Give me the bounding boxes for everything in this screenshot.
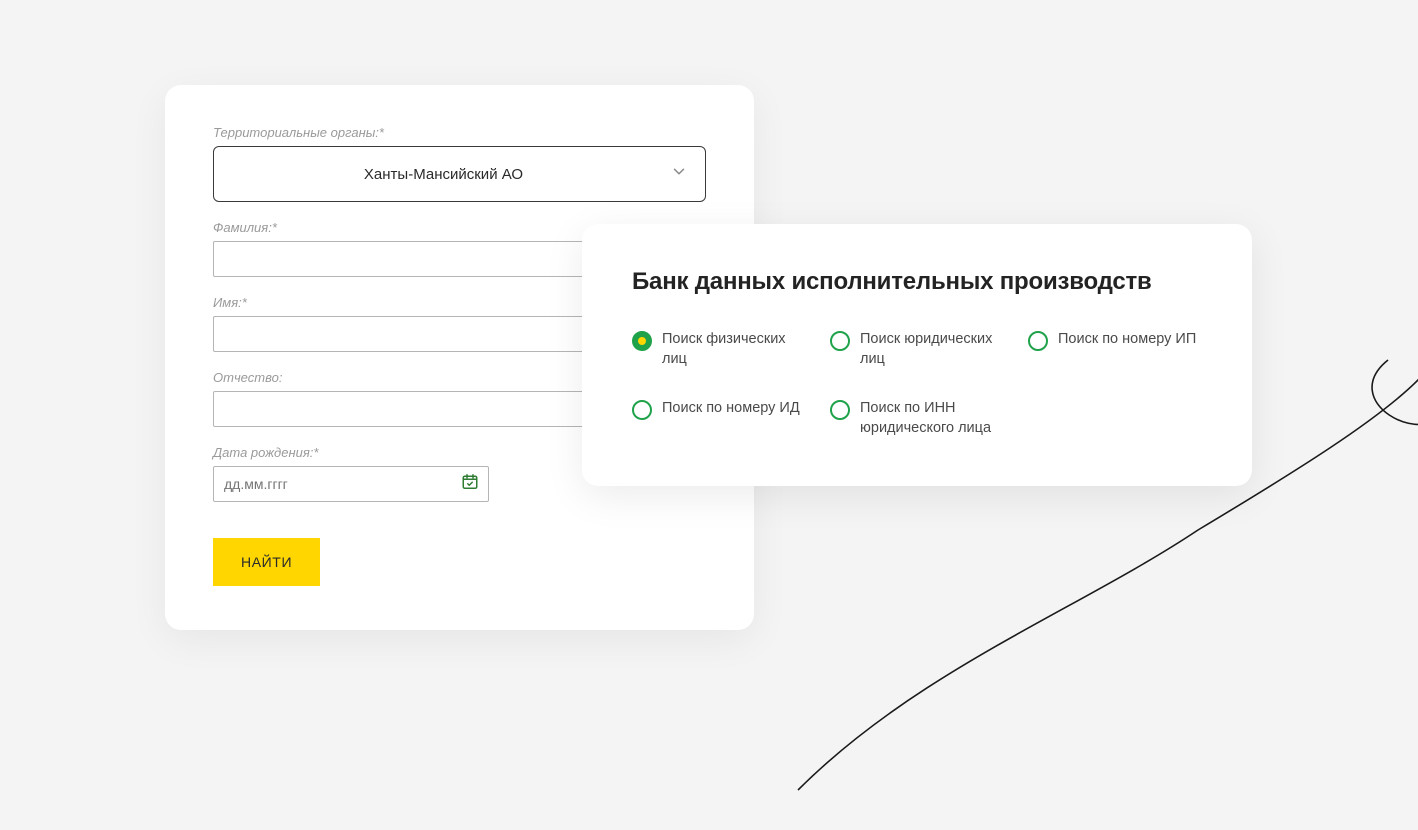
radio-label: Поиск по номеру ИД	[662, 399, 800, 419]
search-options-card: Банк данных исполнительных производств П…	[582, 224, 1252, 486]
region-field: Территориальные органы:* Ханты-Мансийски…	[213, 125, 706, 202]
radio-label: Поиск по номеру ИП	[1058, 330, 1196, 350]
radio-icon	[632, 331, 652, 351]
radio-icon	[830, 331, 850, 351]
radio-icon	[632, 400, 652, 420]
birth-input[interactable]	[213, 466, 489, 502]
region-select[interactable]: Ханты-Мансийский АО	[213, 146, 706, 202]
search-type-radio-2[interactable]: Поиск по номеру ИП	[1028, 330, 1202, 369]
search-type-radio-1[interactable]: Поиск юридических лиц	[830, 330, 1004, 369]
region-select-value: Ханты-Мансийский АО	[364, 166, 523, 183]
region-select-wrap: Ханты-Мансийский АО	[213, 146, 706, 202]
radio-icon	[830, 400, 850, 420]
radio-label: Поиск по ИНН юридического лица	[860, 399, 1000, 438]
options-grid: Поиск физических лиц Поиск юридических ли…	[632, 330, 1202, 438]
options-title: Банк данных исполнительных производств	[632, 268, 1202, 296]
search-type-radio-3[interactable]: Поиск по номеру ИД	[632, 399, 806, 438]
search-type-radio-0[interactable]: Поиск физических лиц	[632, 330, 806, 369]
search-button[interactable]: НАЙТИ	[213, 538, 320, 586]
radio-label: Поиск физических лиц	[662, 330, 802, 369]
search-type-radio-4[interactable]: Поиск по ИНН юридического лица	[830, 399, 1004, 438]
radio-icon	[1028, 331, 1048, 351]
radio-label: Поиск юридических лиц	[860, 330, 1000, 369]
region-label: Территориальные органы:*	[213, 125, 706, 140]
birth-input-wrap	[213, 466, 489, 502]
